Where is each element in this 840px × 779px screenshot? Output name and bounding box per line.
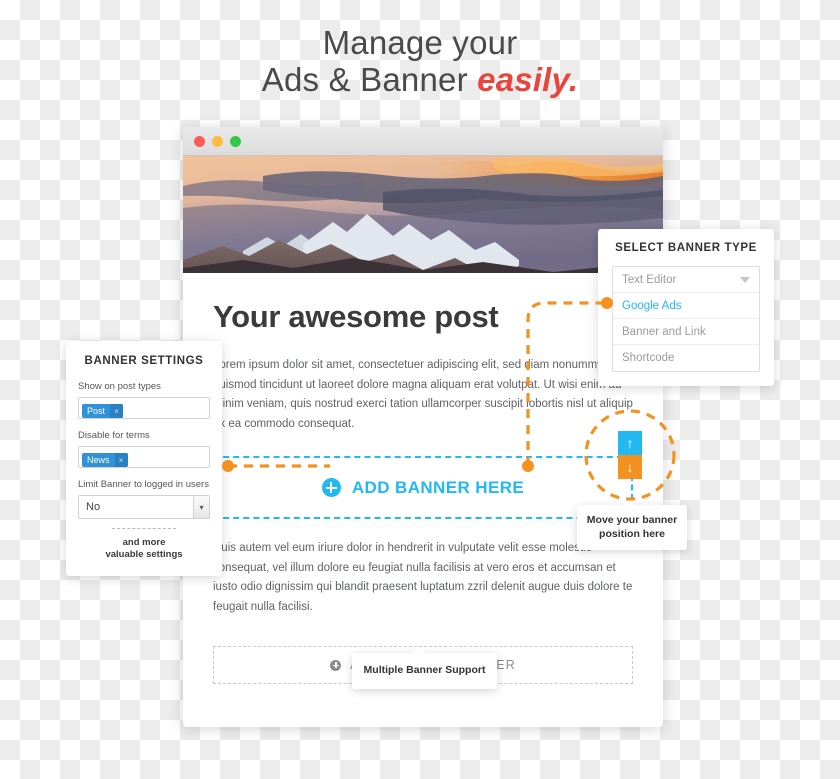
disable-for-terms-label: Disable for terms: [78, 430, 150, 441]
post-title: Your awesome post: [213, 299, 499, 334]
plus-circle-icon: [330, 659, 342, 671]
more-settings-line-1: and more: [122, 537, 166, 548]
post-paragraph-1: Lorem ipsum dolor sit amet, consectetuer…: [213, 359, 633, 430]
maximize-icon[interactable]: [230, 135, 241, 147]
arrow-down-icon[interactable]: ↓: [618, 455, 642, 479]
limit-logged-in-label: Limit Banner to logged in users: [78, 479, 209, 490]
hero-image: [183, 156, 663, 273]
tag-remove-icon[interactable]: ×: [110, 404, 124, 418]
show-on-post-types-input[interactable]: Post ×: [78, 397, 210, 419]
banner-type-option-label: Google Ads: [622, 299, 682, 312]
browser-titlebar: [183, 127, 663, 156]
limit-logged-in-select[interactable]: No ▾: [78, 495, 210, 519]
minimize-icon[interactable]: [212, 135, 223, 147]
chevron-down-icon[interactable]: ▾: [193, 496, 209, 518]
chevron-down-icon[interactable]: [740, 276, 750, 283]
add-banner-label: ADD BANNER HERE: [351, 477, 525, 497]
banner-settings-title: BANNER SETTINGS: [84, 355, 204, 367]
banner-settings-panel: BANNER SETTINGS Show on post types Post …: [66, 341, 222, 576]
banner-type-option-text-editor[interactable]: Text Editor: [613, 267, 759, 293]
select-banner-type-panel: SELECT BANNER TYPE Text Editor Google Ad…: [598, 229, 774, 386]
tag-post[interactable]: Post ×: [82, 404, 124, 418]
post-content: Your awesome post Lorem ipsum dolor sit …: [183, 273, 663, 684]
tooltip-move-banner: Move your banner position here: [577, 499, 687, 550]
tag-news[interactable]: News ×: [82, 453, 128, 467]
browser-window: Your awesome post Lorem ipsum dolor sit …: [183, 127, 663, 727]
tooltip-multiple-banner-text: Multiple Banner Support: [363, 664, 486, 676]
headline-line-2-plain: Ads & Banner: [261, 61, 478, 98]
limit-logged-in-value: No: [86, 501, 101, 513]
tag-news-label: News: [87, 455, 110, 465]
plus-circle-icon: [321, 478, 341, 497]
headline-line-2: Ads & Banner easily.: [0, 61, 840, 98]
banner-type-option-label: Shortcode: [622, 352, 675, 364]
more-settings-line-2: valuable settings: [105, 549, 183, 560]
banner-type-option-shortcode[interactable]: Shortcode: [613, 345, 759, 371]
divider: [112, 528, 176, 529]
tag-remove-icon[interactable]: ×: [114, 453, 128, 467]
tooltip-move-banner-text: Move your banner position here: [586, 514, 678, 540]
banner-type-option-label: Banner and Link: [622, 325, 706, 338]
page-title: Manage your Ads & Banner easily.: [0, 24, 840, 98]
more-settings-note: and more valuable settings: [78, 537, 210, 561]
banner-type-option-google-ads[interactable]: Google Ads: [613, 293, 759, 319]
disable-for-terms-input[interactable]: News ×: [78, 446, 210, 468]
show-on-post-types-label: Show on post types: [78, 381, 161, 392]
headline-line-1: Manage your: [322, 24, 518, 61]
banner-type-option-label: Text Editor: [622, 273, 677, 286]
arrow-up-icon[interactable]: ↑: [618, 431, 642, 455]
move-banner-controls: ↑ ↓: [618, 431, 642, 479]
banner-type-list: Text Editor Google Ads Banner and Link S…: [612, 266, 760, 372]
select-banner-type-title: SELECT BANNER TYPE: [615, 242, 757, 254]
post-paragraph-2: Duis autem vel eum iriure dolor in hendr…: [213, 542, 633, 613]
tooltip-multiple-banner: Multiple Banner Support: [352, 647, 497, 689]
tooltip-pointer: [621, 499, 635, 506]
banner-type-option-banner-and-link[interactable]: Banner and Link: [613, 319, 759, 345]
tooltip-pointer: [412, 647, 426, 654]
tag-post-label: Post: [87, 406, 106, 416]
add-banner-dropzone[interactable]: ADD BANNER HERE: [213, 456, 633, 519]
close-icon[interactable]: [194, 135, 205, 147]
headline-emphasis: easily.: [477, 61, 579, 98]
mountain-sunset-illustration: [183, 156, 663, 273]
